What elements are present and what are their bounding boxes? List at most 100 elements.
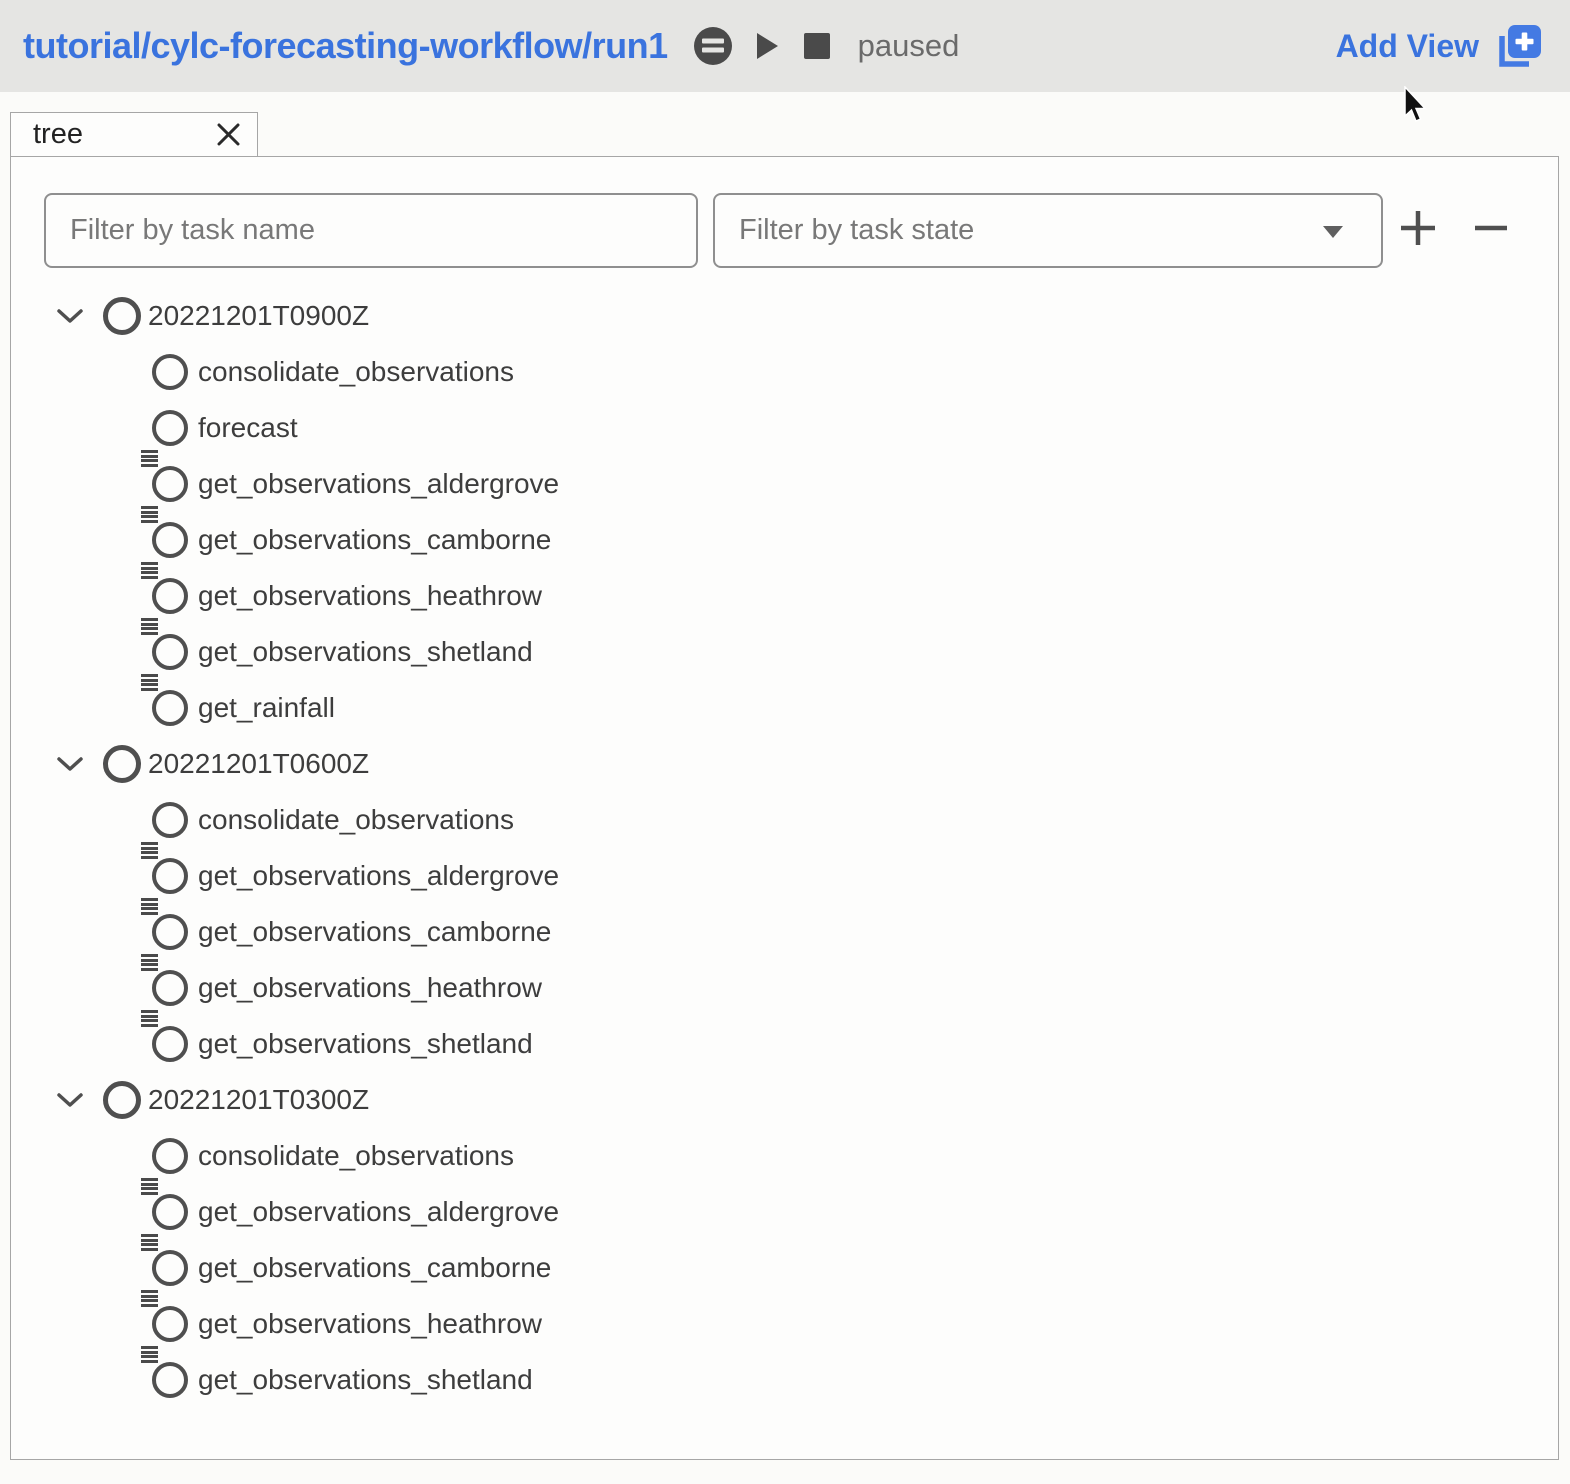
stop-button[interactable] <box>804 33 830 59</box>
waiting-circle-icon[interactable] <box>152 970 188 1006</box>
task-label[interactable]: consolidate_observations <box>198 804 514 836</box>
waiting-circle-icon[interactable] <box>152 1250 188 1286</box>
task-row[interactable]: get_observations_shetland <box>11 1352 1556 1408</box>
job-stack-icon <box>141 842 158 860</box>
task-label[interactable]: get_observations_heathrow <box>198 1308 542 1340</box>
task-row[interactable]: get_observations_heathrow <box>11 1296 1556 1352</box>
task-row[interactable]: get_observations_heathrow <box>11 960 1556 1016</box>
task-row[interactable]: get_observations_aldergrove <box>11 1184 1556 1240</box>
task-label[interactable]: get_observations_camborne <box>198 916 551 948</box>
task-label[interactable]: get_observations_camborne <box>198 1252 551 1284</box>
tree-view-panel: Filter by task state 20221201T0900Z cons… <box>10 156 1559 1460</box>
waiting-circle-icon[interactable] <box>103 297 141 335</box>
task-label[interactable]: forecast <box>198 412 298 444</box>
job-stack-icon <box>141 1010 158 1028</box>
task-label[interactable]: get_observations_heathrow <box>198 580 542 612</box>
waiting-circle-icon[interactable] <box>152 1026 188 1062</box>
workflow-status-badge: paused <box>858 28 960 64</box>
workflow-header: tutorial/cylc-forecasting-workflow/run1 … <box>0 0 1570 92</box>
chevron-down-arrow-icon <box>1323 226 1343 238</box>
job-stack-icon <box>141 954 158 972</box>
task-row[interactable]: get_observations_aldergrove <box>11 456 1556 512</box>
collapse-toggle[interactable] <box>57 757 83 772</box>
filter-task-state-placeholder: Filter by task state <box>739 214 974 247</box>
waiting-circle-icon[interactable] <box>152 354 188 390</box>
job-stack-icon <box>141 1346 158 1364</box>
cycle-point-label[interactable]: 20221201T0300Z <box>148 1084 369 1116</box>
task-label[interactable]: get_rainfall <box>198 692 335 724</box>
cycle-point-label[interactable]: 20221201T0600Z <box>148 748 369 780</box>
job-stack-icon <box>141 1290 158 1308</box>
task-label[interactable]: get_observations_shetland <box>198 636 533 668</box>
task-label[interactable]: get_observations_aldergrove <box>198 860 559 892</box>
chevron-down-icon <box>57 1093 83 1108</box>
task-row[interactable]: get_observations_camborne <box>11 512 1556 568</box>
waiting-circle-icon[interactable] <box>103 745 141 783</box>
waiting-circle-icon[interactable] <box>152 578 188 614</box>
chevron-down-icon <box>57 757 83 772</box>
task-label[interactable]: consolidate_observations <box>198 356 514 388</box>
task-label[interactable]: get_observations_shetland <box>198 1364 533 1396</box>
tab-tree-label: tree <box>33 118 83 151</box>
task-row[interactable]: forecast <box>11 400 1556 456</box>
collapse-toggle[interactable] <box>57 1093 83 1108</box>
tab-close-button[interactable] <box>216 122 241 147</box>
add-view-label: Add View <box>1336 28 1479 65</box>
waiting-circle-icon[interactable] <box>103 1081 141 1119</box>
job-stack-icon <box>141 1234 158 1252</box>
job-stack-icon <box>141 562 158 580</box>
task-label[interactable]: get_observations_heathrow <box>198 972 542 1004</box>
waiting-circle-icon[interactable] <box>152 802 188 838</box>
waiting-circle-icon[interactable] <box>152 1306 188 1342</box>
waiting-circle-icon[interactable] <box>152 1138 188 1174</box>
task-row[interactable]: get_observations_shetland <box>11 624 1556 680</box>
waiting-circle-icon[interactable] <box>152 1362 188 1398</box>
job-stack-icon <box>141 506 158 524</box>
task-label[interactable]: get_observations_camborne <box>198 524 551 556</box>
cycle-point-row[interactable]: 20221201T0600Z <box>11 736 1556 792</box>
workflow-menu-button[interactable] <box>693 26 733 66</box>
task-row[interactable]: consolidate_observations <box>11 1128 1556 1184</box>
chevron-down-icon <box>57 309 83 324</box>
tree-view: 20221201T0900Z consolidate_observations … <box>11 288 1556 1408</box>
expand-all-button[interactable] <box>1399 209 1437 247</box>
collapse-toggle[interactable] <box>57 309 83 324</box>
filter-task-name-input[interactable] <box>44 193 698 268</box>
waiting-circle-icon[interactable] <box>152 858 188 894</box>
task-row[interactable]: get_observations_heathrow <box>11 568 1556 624</box>
tab-tree[interactable]: tree <box>10 112 258 156</box>
waiting-circle-icon[interactable] <box>152 690 188 726</box>
task-row[interactable]: get_observations_camborne <box>11 1240 1556 1296</box>
task-row[interactable]: get_rainfall <box>11 680 1556 736</box>
waiting-circle-icon[interactable] <box>152 634 188 670</box>
cursor-arrow <box>1402 86 1432 126</box>
waiting-circle-icon[interactable] <box>152 522 188 558</box>
filter-task-state-select[interactable]: Filter by task state <box>713 193 1383 268</box>
cycle-point-label[interactable]: 20221201T0900Z <box>148 300 369 332</box>
task-row[interactable]: consolidate_observations <box>11 792 1556 848</box>
task-label[interactable]: get_observations_shetland <box>198 1028 533 1060</box>
task-row[interactable]: consolidate_observations <box>11 344 1556 400</box>
cycle-point-row[interactable]: 20221201T0300Z <box>11 1072 1556 1128</box>
task-row[interactable]: get_observations_shetland <box>11 1016 1556 1072</box>
cycle-point-row[interactable]: 20221201T0900Z <box>11 288 1556 344</box>
add-view-button[interactable]: Add View <box>1336 23 1542 70</box>
task-label[interactable]: consolidate_observations <box>198 1140 514 1172</box>
waiting-circle-icon[interactable] <box>152 914 188 950</box>
task-label[interactable]: get_observations_aldergrove <box>198 468 559 500</box>
job-stack-icon <box>141 1178 158 1196</box>
task-row[interactable]: get_observations_camborne <box>11 904 1556 960</box>
collapse-all-button[interactable] <box>1472 209 1510 247</box>
waiting-circle-icon[interactable] <box>152 410 188 446</box>
job-stack-icon <box>141 898 158 916</box>
play-button[interactable] <box>757 33 778 59</box>
task-label[interactable]: get_observations_aldergrove <box>198 1196 559 1228</box>
waiting-circle-icon[interactable] <box>152 1194 188 1230</box>
task-row[interactable]: get_observations_aldergrove <box>11 848 1556 904</box>
library-add-icon <box>1496 23 1542 70</box>
waiting-circle-icon[interactable] <box>152 466 188 502</box>
workflow-title-link[interactable]: tutorial/cylc-forecasting-workflow/run1 <box>23 25 668 67</box>
workflow-menu-icon <box>693 26 733 66</box>
job-stack-icon <box>141 618 158 636</box>
close-icon <box>216 122 241 147</box>
